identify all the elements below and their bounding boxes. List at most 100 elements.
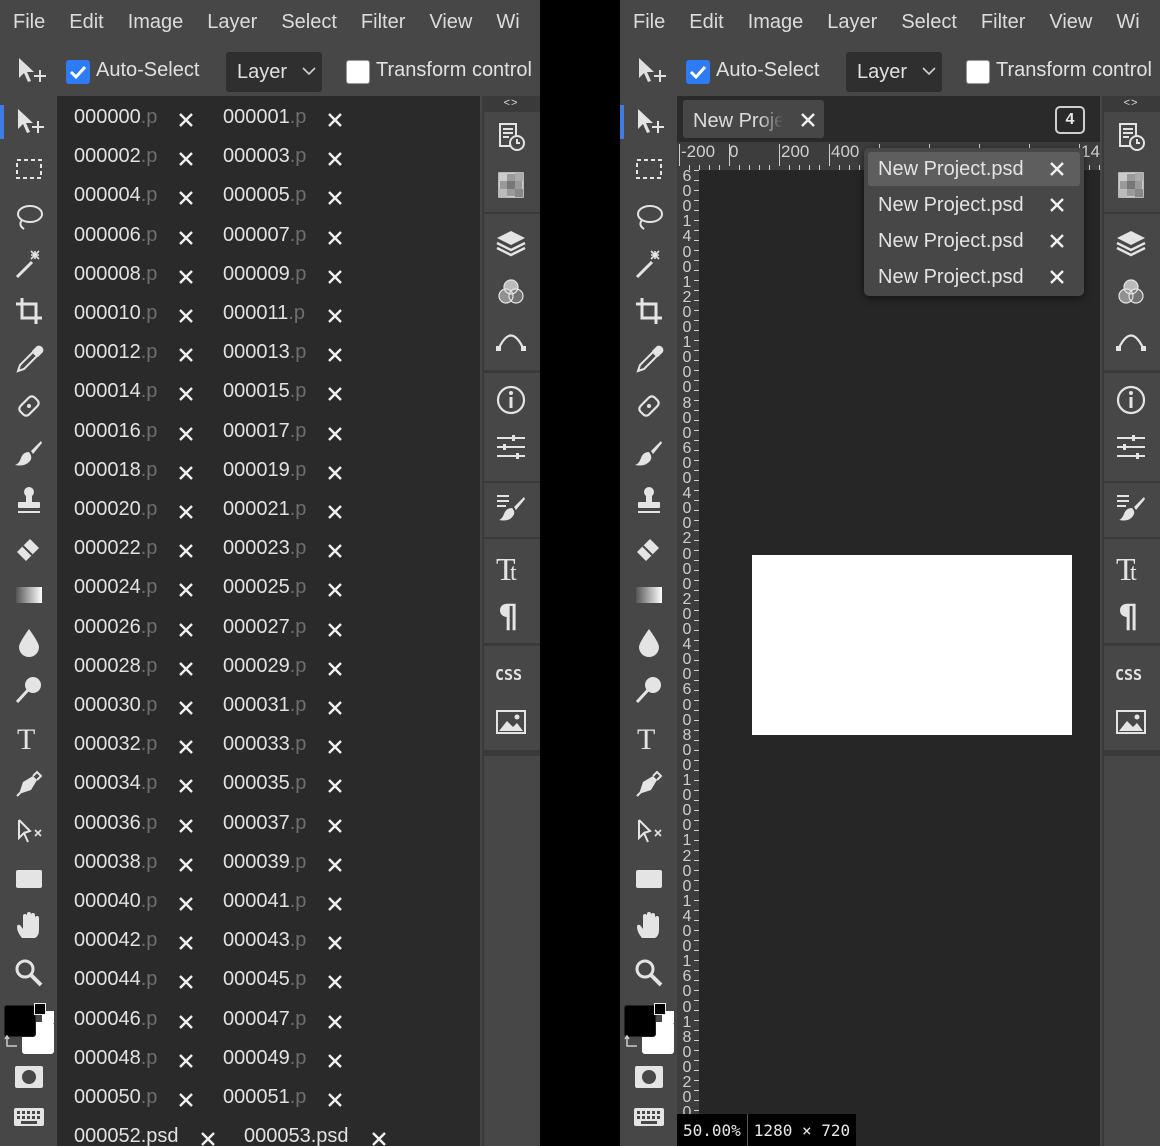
close-icon[interactable] <box>177 934 195 952</box>
lasso-tool[interactable] <box>10 198 48 236</box>
close-icon[interactable] <box>177 464 195 482</box>
close-icon[interactable] <box>326 346 344 364</box>
panel-collapse-toggle[interactable]: <> <box>1102 96 1160 110</box>
document-tab[interactable]: 000015.p <box>223 380 306 410</box>
auto-select-checkbox[interactable] <box>66 60 90 84</box>
document-tab[interactable]: 000029.p <box>223 655 306 685</box>
document-tab[interactable]: 000010.p <box>74 302 157 332</box>
document-tab[interactable]: 000013.p <box>223 341 306 371</box>
transform-controls-checkbox[interactable] <box>966 60 990 84</box>
brushes-icon[interactable] <box>1114 491 1148 525</box>
document-canvas[interactable] <box>752 555 1072 735</box>
foreground-color-swatch[interactable] <box>4 1005 36 1037</box>
document-tab[interactable]: 000040.p <box>74 890 157 920</box>
close-icon[interactable] <box>326 973 344 991</box>
document-tab[interactable]: 000030.p <box>74 694 157 724</box>
document-tab[interactable]: 000004.p <box>74 184 157 214</box>
quick-mask-icon[interactable] <box>12 1064 46 1090</box>
close-icon[interactable] <box>326 777 344 795</box>
close-icon[interactable] <box>799 111 817 129</box>
eraser-tool[interactable] <box>10 529 48 567</box>
gradient-tool[interactable] <box>630 576 668 614</box>
document-tab[interactable]: New Project.psd <box>683 100 824 138</box>
close-icon[interactable] <box>326 660 344 678</box>
channels-icon[interactable] <box>494 275 528 309</box>
swap-colors-icon[interactable] <box>624 1034 640 1050</box>
blur-tool[interactable] <box>10 623 48 661</box>
close-icon[interactable] <box>1048 268 1066 286</box>
keyboard-icon[interactable] <box>632 1104 666 1130</box>
character-icon[interactable]: Tt <box>1114 550 1148 584</box>
document-tab[interactable]: 000033.p <box>223 733 306 763</box>
close-icon[interactable] <box>177 268 195 286</box>
document-tab[interactable]: 000023.p <box>223 537 306 567</box>
document-tab[interactable]: 000041.p <box>223 890 306 920</box>
move-tool-icon[interactable] <box>16 56 50 86</box>
close-icon[interactable] <box>326 111 344 129</box>
close-icon[interactable] <box>326 856 344 874</box>
document-tab[interactable]: 000028.p <box>74 655 157 685</box>
close-icon[interactable] <box>326 581 344 599</box>
close-icon[interactable] <box>177 660 195 678</box>
close-icon[interactable] <box>177 738 195 756</box>
close-icon[interactable] <box>177 425 195 443</box>
close-icon[interactable] <box>177 973 195 991</box>
document-tab[interactable]: 000022.p <box>74 537 157 567</box>
document-tab[interactable]: 000007.p <box>223 224 306 254</box>
dodge-tool[interactable] <box>10 671 48 709</box>
document-tab[interactable]: 000050.p <box>74 1086 157 1116</box>
eraser-tool[interactable] <box>630 529 668 567</box>
document-tab[interactable]: 000031.p <box>223 694 306 724</box>
close-icon[interactable] <box>177 189 195 207</box>
menu-wi[interactable]: Wi <box>1104 11 1151 34</box>
pen-tool[interactable] <box>10 765 48 803</box>
history-icon[interactable] <box>1114 120 1148 154</box>
hand-tool[interactable] <box>630 907 668 945</box>
document-tab[interactable]: 000014.p <box>74 380 157 410</box>
document-tab[interactable]: 000021.p <box>223 498 306 528</box>
swap-colors-icon[interactable] <box>4 1034 20 1050</box>
close-icon[interactable] <box>326 1013 344 1031</box>
marquee-tool[interactable] <box>10 150 48 188</box>
shape-tool[interactable] <box>10 860 48 898</box>
lasso-tool[interactable] <box>630 198 668 236</box>
menu-layer[interactable]: Layer <box>815 11 889 34</box>
shape-tool[interactable] <box>630 860 668 898</box>
close-icon[interactable] <box>326 895 344 913</box>
keyboard-icon[interactable] <box>12 1104 46 1130</box>
document-tab[interactable]: 000008.p <box>74 263 157 293</box>
document-tab[interactable]: 000001.p <box>223 106 306 136</box>
document-tab[interactable]: 000035.p <box>223 772 306 802</box>
swatches-icon[interactable] <box>1114 168 1148 202</box>
eyedropper-tool[interactable] <box>630 340 668 378</box>
properties-icon[interactable] <box>494 430 528 464</box>
marquee-tool[interactable] <box>630 150 668 188</box>
document-tab[interactable]: 000009.p <box>223 263 306 293</box>
close-icon[interactable] <box>326 268 344 286</box>
close-icon[interactable] <box>326 1091 344 1109</box>
close-icon[interactable] <box>326 385 344 403</box>
menu-wi[interactable]: Wi <box>484 11 531 34</box>
close-icon[interactable] <box>177 581 195 599</box>
paragraph-icon[interactable]: ¶ <box>1114 597 1148 631</box>
blur-tool[interactable] <box>630 623 668 661</box>
document-tab[interactable]: 000036.p <box>74 812 157 842</box>
history-icon[interactable] <box>494 120 528 154</box>
close-icon[interactable] <box>370 1130 388 1146</box>
close-icon[interactable] <box>177 895 195 913</box>
paths-icon[interactable] <box>1114 323 1148 357</box>
menu-edit[interactable]: Edit <box>677 11 735 34</box>
document-tab[interactable]: 000039.p <box>223 851 306 881</box>
magic-wand-tool[interactable] <box>630 245 668 283</box>
document-tab[interactable]: 000019.p <box>223 459 306 489</box>
dodge-tool[interactable] <box>630 671 668 709</box>
layers-icon[interactable] <box>1114 227 1148 261</box>
auto-select-checkbox[interactable] <box>686 60 710 84</box>
document-tab[interactable]: 000052.psd <box>74 1125 179 1146</box>
close-icon[interactable] <box>326 934 344 952</box>
menu-image[interactable]: Image <box>116 11 196 34</box>
close-icon[interactable] <box>177 699 195 717</box>
close-icon[interactable] <box>177 621 195 639</box>
info-icon[interactable] <box>494 383 528 417</box>
default-colors-icon[interactable] <box>34 1003 46 1015</box>
